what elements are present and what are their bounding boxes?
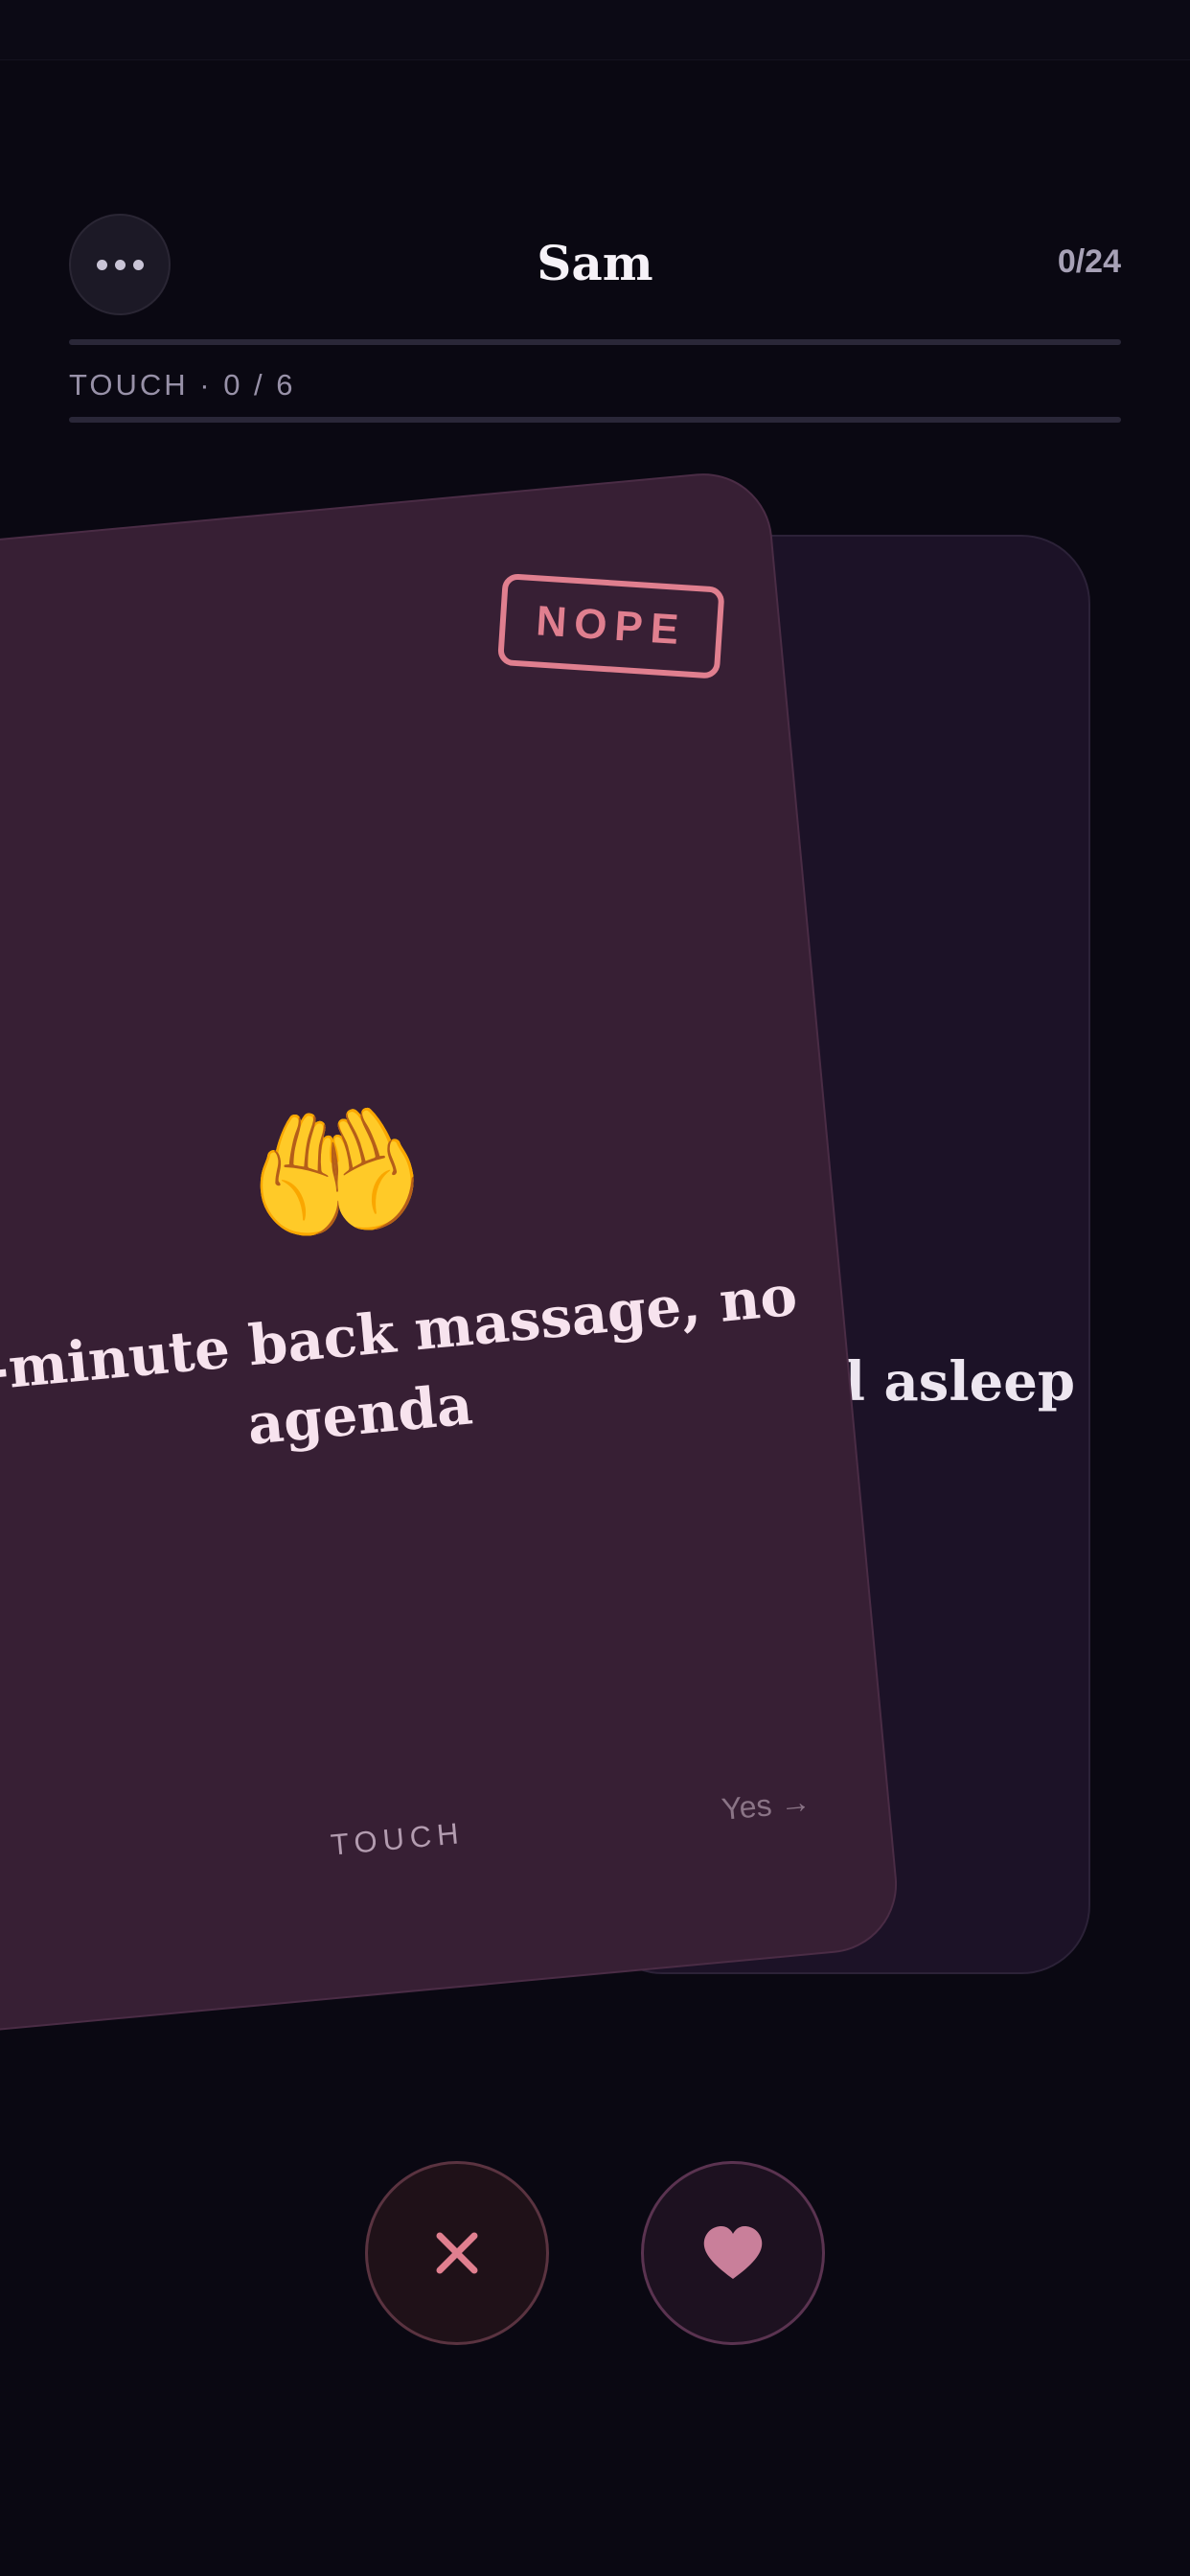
- current-card[interactable]: NOPE 🤲 10-minute back massage, no agenda…: [0, 467, 904, 2038]
- progress-count: 0/24: [1057, 243, 1121, 280]
- reject-button[interactable]: [365, 2161, 549, 2345]
- section-progress-bar: [69, 417, 1121, 423]
- card-swipe-hint: Yes →: [720, 1783, 812, 1827]
- status-bar: [0, 0, 1190, 60]
- section-label: TOUCH · 0 / 6: [69, 368, 296, 402]
- card-title: 10-minute back massage, no agenda: [0, 1262, 800, 1458]
- partner-name: Sam: [537, 235, 653, 291]
- raised-hands-icon: 🤲: [239, 1085, 433, 1262]
- close-x-icon: [436, 2232, 478, 2274]
- nope-stamp: NOPE: [496, 572, 725, 679]
- like-button[interactable]: [641, 2161, 825, 2345]
- overall-progress-bar: [69, 339, 1121, 345]
- heart-icon: [703, 2226, 763, 2279]
